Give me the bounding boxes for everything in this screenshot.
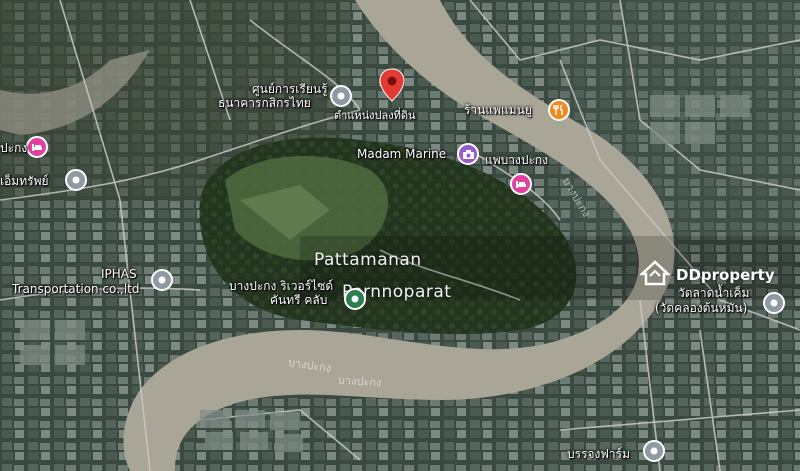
bed-icon[interactable] <box>510 173 532 195</box>
bed-icon[interactable] <box>26 136 48 158</box>
house-logo-icon <box>638 260 672 290</box>
place-dot-icon[interactable] <box>151 269 173 291</box>
label-emthap: เอ็มทรัพย์ <box>0 174 49 188</box>
river-label: บางปะกง <box>337 373 382 390</box>
label-kasikorn-line1: ศูนย์การเรียนรู้ <box>252 82 328 96</box>
label-iphas-line1: IPHAS <box>101 267 137 281</box>
label-dropped-pin: ตำแหน่งปลงที่ดิน <box>334 109 416 122</box>
fork-knife-icon[interactable] <box>548 99 570 121</box>
golf-icon[interactable] <box>344 288 366 310</box>
map-marker-icon[interactable] <box>379 68 405 106</box>
place-dot-icon[interactable] <box>65 169 87 191</box>
label-bangpakong-line1: บางปะกง ริเวอร์ไซด์ <box>229 279 334 293</box>
label-left-top: ปะกง <box>0 141 28 155</box>
label-bunjong: บรรจงฟาร์ม <box>567 447 630 461</box>
label-kasikorn-line2: ธนาคารกสิกรไทย <box>218 96 311 110</box>
satellite-map[interactable]: Pattamanan Pornnoparat DDproperty ศูนย์ก… <box>0 0 800 471</box>
label-temple-line1: วัดลาดน้ำเค็ม <box>678 286 750 300</box>
place-dot-icon[interactable] <box>330 85 352 107</box>
place-dot-icon[interactable] <box>763 292 785 314</box>
label-phae-bang: แพบางปะกง <box>485 153 549 167</box>
camera-icon[interactable] <box>457 143 479 165</box>
listing-title-line1: Pattamanan <box>314 250 422 270</box>
label-iphas-line2: Transportation co.,ltd <box>12 282 140 296</box>
label-temple-line2: (วัดคลองต้นหมัน) <box>655 301 748 315</box>
label-bangpakong-line2: คันทรี คลับ <box>270 293 328 307</box>
place-dot-icon[interactable] <box>643 440 665 462</box>
label-madam-marine: Madam Marine <box>357 147 447 161</box>
label-restaurant: ร้านแพแมนยู <box>464 103 532 117</box>
watermark-text: DDproperty <box>676 266 775 284</box>
